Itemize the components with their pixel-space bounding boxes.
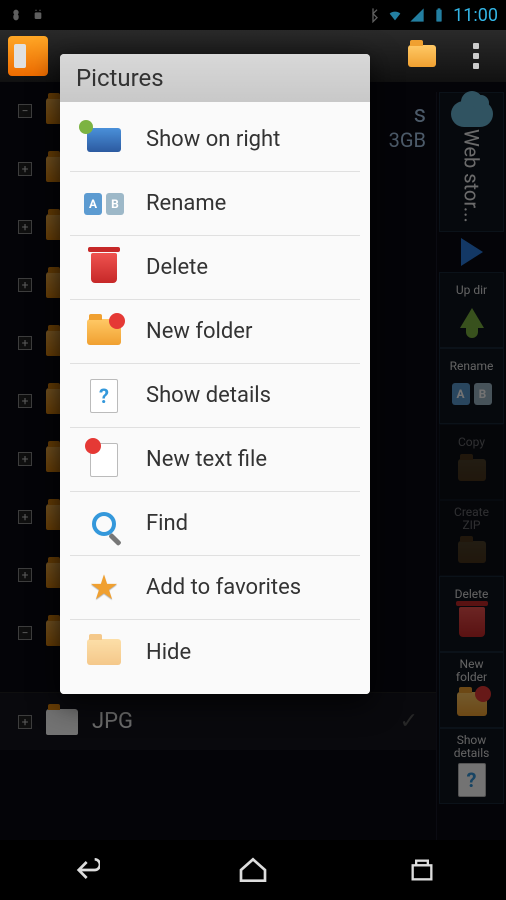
debug-icon [8,7,24,23]
status-right: 11:00 [365,5,498,26]
bluetooth-icon [365,7,381,23]
status-bar: 11:00 [0,0,506,30]
home-icon [235,854,271,886]
menu-add-favorites[interactable]: ★ Add to favorites [70,556,360,620]
menu-new-text-file[interactable]: New text file [70,428,360,492]
rename-icon: AB [82,191,126,217]
context-menu-title: Pictures [60,54,370,102]
app-icon[interactable] [8,36,48,76]
show-right-icon [87,128,121,152]
nav-home[interactable] [213,850,293,890]
search-icon [92,512,116,536]
menu-delete[interactable]: Delete [70,236,360,300]
action-folder[interactable] [400,34,444,78]
new-file-icon [90,443,118,477]
menu-new-folder[interactable]: New folder [70,300,360,364]
nav-back[interactable] [44,850,124,890]
details-icon: ? [90,379,118,413]
menu-show-on-right[interactable]: Show on right [70,108,360,172]
recent-icon [406,856,438,884]
hide-icon [87,639,121,665]
nav-recent[interactable] [382,850,462,890]
overflow-icon [473,43,479,69]
star-icon: ★ [89,568,119,608]
menu-rename[interactable]: AB Rename [70,172,360,236]
clock: 11:00 [453,5,498,26]
menu-hide[interactable]: Hide [70,620,360,684]
trash-icon [91,253,117,283]
android-icon [30,7,46,23]
menu-show-details[interactable]: ? Show details [70,364,360,428]
new-folder-icon [87,319,121,345]
signal-icon [409,7,425,23]
status-left [8,7,46,23]
back-icon [68,854,100,886]
overflow-menu[interactable] [454,34,498,78]
wifi-icon [387,7,403,23]
nav-bar [0,840,506,900]
context-menu: Pictures Show on right AB Rename Delete … [60,54,370,694]
menu-find[interactable]: Find [70,492,360,556]
battery-icon [431,7,447,23]
